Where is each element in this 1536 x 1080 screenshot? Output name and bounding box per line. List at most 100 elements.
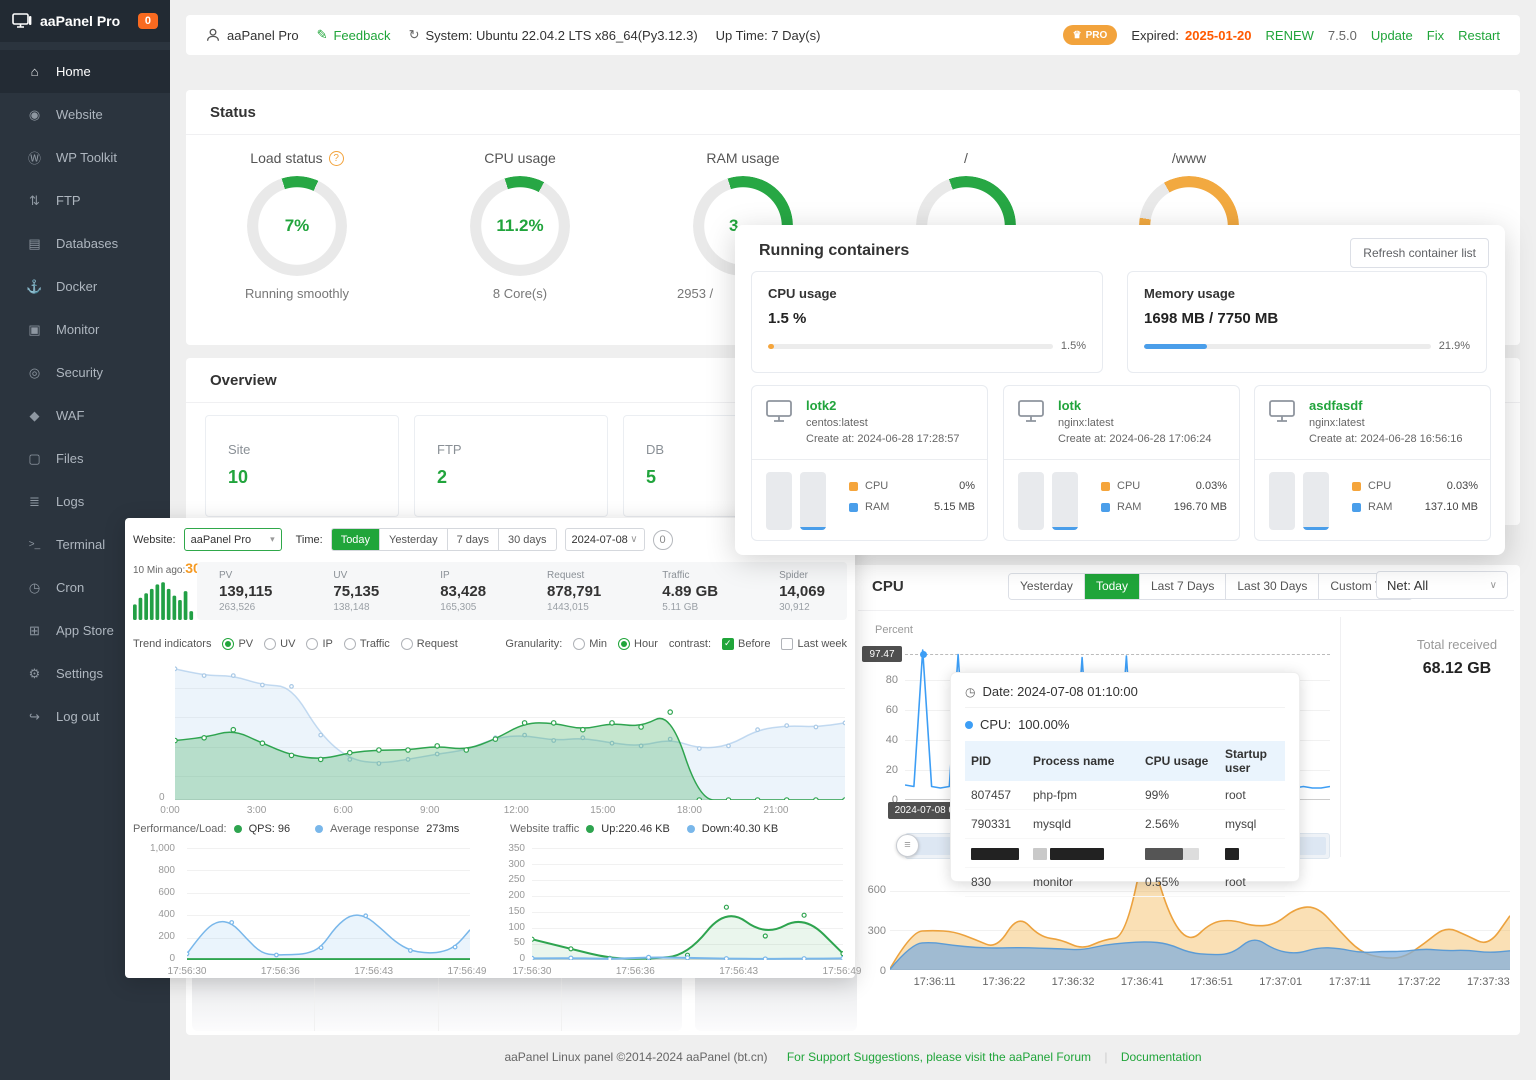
sidebar-item-ftp[interactable]: ⇅FTP xyxy=(0,179,170,222)
sidebar-item-website[interactable]: ◉Website xyxy=(0,93,170,136)
granularity-label: Granularity: xyxy=(505,638,562,650)
sidebar-item-monitor[interactable]: ▣Monitor xyxy=(0,308,170,351)
sidebar-item-docker[interactable]: ⚓Docker xyxy=(0,265,170,308)
divider xyxy=(858,610,1514,611)
webtraffic-chart[interactable] xyxy=(532,848,843,960)
cpu-mini-bar xyxy=(1018,472,1044,530)
cpu-legend-swatch xyxy=(1352,482,1361,491)
logout-icon: ↪ xyxy=(26,709,43,725)
cpu-progress-bar xyxy=(768,344,1053,349)
sidebar-item-files[interactable]: ▢Files xyxy=(0,437,170,480)
support-link[interactable]: For Support Suggestions, please visit th… xyxy=(787,1050,1091,1064)
tab-today[interactable]: Today xyxy=(332,529,379,550)
counter-badge[interactable]: 0 xyxy=(653,530,673,550)
refresh-container-list-button[interactable]: Refresh container list xyxy=(1350,238,1489,268)
radio-request[interactable]: Request xyxy=(401,638,458,650)
documentation-link[interactable]: Documentation xyxy=(1121,1050,1202,1064)
sidebar-item-wp-toolkit[interactable]: ⓌWP Toolkit xyxy=(0,136,170,179)
sidebar-item-databases[interactable]: ▤Databases xyxy=(0,222,170,265)
cpu-y-axis: 806040200 xyxy=(870,674,898,806)
net-x-axis: 17:36:1117:36:2217:36:3217:36:4117:36:51… xyxy=(900,976,1520,988)
traffic-metrics: PV139,115263,526 UV75,135138,148 IP83,42… xyxy=(197,562,847,620)
container-card-lotk[interactable]: lotk nginx:latest Create at: 2024-06-28 … xyxy=(1003,385,1240,541)
ram-legend-swatch xyxy=(1352,503,1361,512)
radio-uv[interactable]: UV xyxy=(264,638,295,650)
brush-handle[interactable]: ≡ xyxy=(896,834,919,857)
restart-link[interactable]: Restart xyxy=(1458,28,1500,43)
process-row: 807457php-fpm99%root xyxy=(965,781,1285,810)
ram-mini-bar xyxy=(800,472,826,530)
process-row-redacted xyxy=(965,839,1285,868)
sidebar-item-waf[interactable]: ◆WAF xyxy=(0,394,170,437)
metric-uv: UV75,135138,148 xyxy=(333,570,379,613)
aapanel-dashboard: aaPanel Pro 0 ⌂Home ◉Website ⓌWP Toolkit… xyxy=(0,0,1536,1080)
webtraffic-x-axis: 17:56:3017:56:3617:56:4317:56:49 xyxy=(497,966,877,977)
folder-icon: ▢ xyxy=(26,451,43,467)
tab-last-30-days[interactable]: Last 30 Days xyxy=(1225,574,1318,599)
modal-title: Running containers xyxy=(759,242,909,260)
overview-card-ftp[interactable]: FTP 2 xyxy=(414,415,608,517)
site-stats-panel: Website: aaPanel Pro Time: Today Yesterd… xyxy=(125,518,855,978)
radio-traffic[interactable]: Traffic xyxy=(344,638,390,650)
monitor-logo-icon xyxy=(12,13,32,29)
docker-icon: ⚓ xyxy=(26,279,43,295)
help-icon[interactable]: ? xyxy=(329,151,344,166)
containers-cpu-card: CPU usage 1.5 % 1.5% xyxy=(751,271,1103,373)
containers-memory-card: Memory usage 1698 MB / 7750 MB 21.9% xyxy=(1127,271,1487,373)
notification-badge[interactable]: 0 xyxy=(138,13,158,29)
cpu-marker-value: 97.47 xyxy=(862,646,902,662)
database-icon: ▤ xyxy=(26,236,43,252)
process-row: 790331mysqld2.56%mysql xyxy=(965,810,1285,839)
sidebar-item-logs[interactable]: ≣Logs xyxy=(0,480,170,523)
ram-mini-bar xyxy=(1052,472,1078,530)
account-menu[interactable]: aaPanel Pro xyxy=(206,28,299,43)
radio-hour[interactable]: Hour xyxy=(618,638,658,650)
radio-ip[interactable]: IP xyxy=(306,638,332,650)
feedback-link[interactable]: ✎Feedback xyxy=(317,27,391,43)
time-label: Time: xyxy=(296,534,323,546)
tab-last-7-days[interactable]: Last 7 Days xyxy=(1139,574,1225,599)
tab-today[interactable]: Today xyxy=(1084,574,1139,599)
terminal-icon: >_ xyxy=(26,539,43,550)
checkbox-last-week[interactable]: Last week xyxy=(781,638,847,650)
process-row: 830monitor0.55%root xyxy=(965,868,1285,897)
system-info[interactable]: ↻System: Ubuntu 22.04.2 LTS x86_64(Py3.1… xyxy=(409,27,698,43)
fix-link[interactable]: Fix xyxy=(1427,28,1444,43)
net-select[interactable]: Net: All xyxy=(1376,571,1508,599)
sidebar-item-home[interactable]: ⌂Home xyxy=(0,50,170,93)
metric-pv: PV139,115263,526 xyxy=(219,570,272,613)
app-logo[interactable]: aaPanel Pro 0 xyxy=(0,0,170,42)
performance-chart[interactable] xyxy=(187,848,470,960)
gauge-load-status[interactable]: Load status? 7% Running smoothly xyxy=(217,148,377,301)
container-icon xyxy=(1018,400,1044,424)
background-table-ghost xyxy=(695,973,857,1031)
memory-progress-bar xyxy=(1144,344,1431,349)
cpu-mini-bar xyxy=(1269,472,1295,530)
pv-trend-chart[interactable] xyxy=(175,658,845,800)
cpu-chart-title: CPU xyxy=(872,578,904,595)
tab-7-days[interactable]: 7 days xyxy=(447,529,498,550)
date-select[interactable]: 2024-07-08 xyxy=(565,528,645,551)
monitor-icon: ▣ xyxy=(26,322,43,338)
home-icon: ⌂ xyxy=(26,64,43,79)
overview-card-site[interactable]: Site 10 xyxy=(205,415,399,517)
container-card-asdfasdf[interactable]: asdfasdf nginx:latest Create at: 2024-06… xyxy=(1254,385,1491,541)
cpu-legend-swatch xyxy=(1101,482,1110,491)
update-link[interactable]: Update xyxy=(1371,28,1413,43)
pro-badge[interactable]: ♛PRO xyxy=(1063,25,1118,45)
radio-pv[interactable]: PV xyxy=(222,638,253,650)
tab-yesterday[interactable]: Yesterday xyxy=(1009,574,1084,599)
gear-icon: ⚙ xyxy=(26,666,43,682)
container-card-lotk2[interactable]: lotk2 centos:latest Create at: 2024-06-2… xyxy=(751,385,988,541)
radio-min[interactable]: Min xyxy=(573,638,607,650)
tab-yesterday[interactable]: Yesterday xyxy=(379,529,447,550)
gauge-cpu-usage[interactable]: CPU usage 11.2% 8 Core(s) xyxy=(440,148,600,301)
copyright: aaPanel Linux panel ©2014-2024 aaPanel (… xyxy=(504,1050,767,1064)
website-select[interactable]: aaPanel Pro xyxy=(184,528,282,551)
down-dot xyxy=(687,825,695,833)
checkbox-before[interactable]: Before xyxy=(722,638,770,650)
tab-30-days[interactable]: 30 days xyxy=(498,529,556,550)
sidebar-item-security[interactable]: ◎Security xyxy=(0,351,170,394)
wordpress-icon: Ⓦ xyxy=(26,148,43,167)
renew-link[interactable]: RENEW xyxy=(1266,28,1314,43)
